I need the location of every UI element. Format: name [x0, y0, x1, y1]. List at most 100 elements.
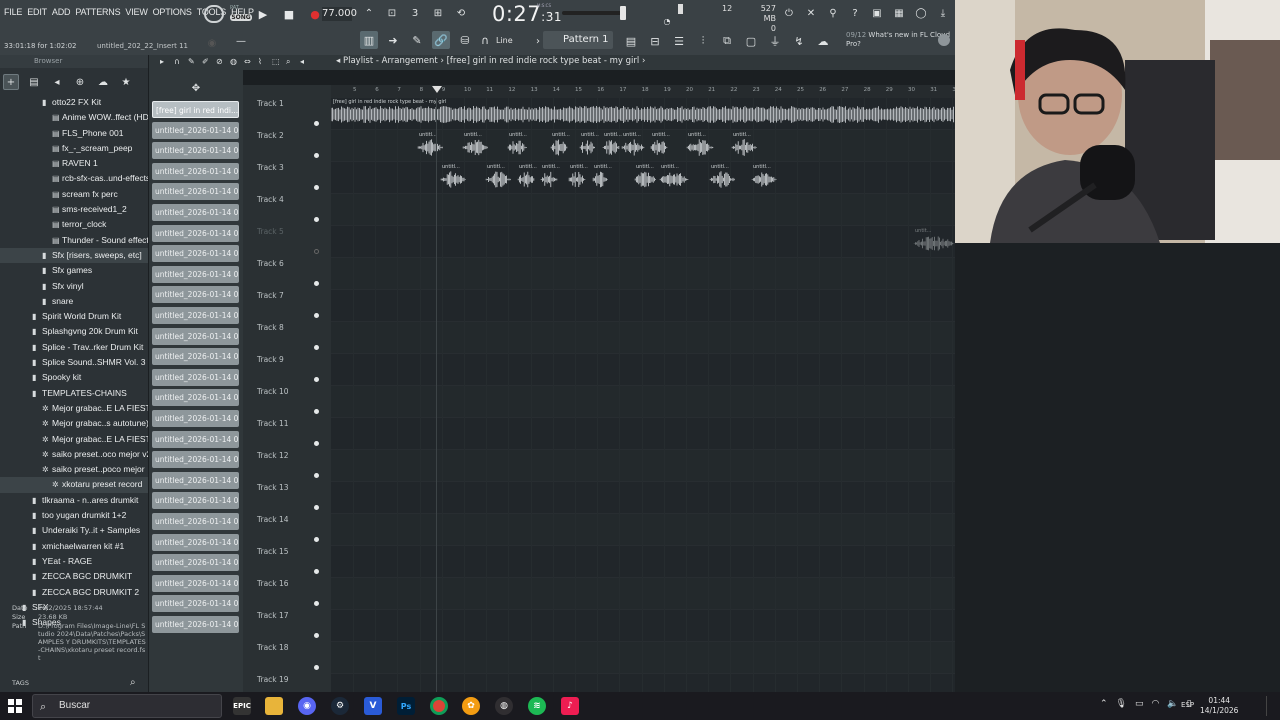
browser-item[interactable]: ✲ saiko preset..poco mejor [0, 462, 148, 477]
browser-item[interactable]: ▤ terror_clock [0, 217, 148, 232]
audio-clip[interactable]: untitl... [621, 132, 645, 158]
record-icon[interactable]: ● [307, 6, 323, 22]
piano-roll-icon[interactable]: ▥ [360, 31, 378, 49]
track-mute-dot[interactable] [314, 377, 319, 382]
knob-icon[interactable]: ◉ [205, 36, 219, 50]
plugin-icon[interactable]: ⚲ [826, 6, 840, 20]
plug-icon[interactable]: ⏚ [766, 32, 784, 50]
master-pitch-icon[interactable]: ◔ [660, 14, 674, 28]
picker-clip[interactable]: untitled_2026-01-14 00-... [152, 121, 239, 139]
picker-clip[interactable]: untitled_2026-01-14 01-... [152, 410, 239, 427]
browser-item[interactable]: ✲ saiko preset..oco mejor v2 [0, 447, 148, 462]
picker-clip[interactable]: untitled_2026-01-14 01-... [152, 595, 239, 613]
track-label[interactable]: Track 14 [257, 515, 289, 524]
browser-item[interactable]: ✲ xkotaru preset record [0, 477, 148, 493]
playlist-breadcrumb[interactable]: [free] girl in red indie rock type beat … [447, 56, 640, 66]
audio-clip[interactable]: untitl... [751, 164, 777, 190]
track-mute-dot[interactable] [314, 665, 319, 670]
language-indicator[interactable]: ESP [1181, 701, 1194, 709]
tempo-tap-icon[interactable]: ↯ [790, 32, 808, 50]
favorites-icon[interactable]: ★ [118, 74, 134, 90]
master-volume-slider[interactable] [562, 6, 626, 20]
track-mute-dot[interactable] [314, 633, 319, 638]
file-explorer-icon[interactable] [265, 697, 283, 715]
loop-record-icon[interactable]: ⟲ [454, 6, 468, 20]
browser-item[interactable]: ▤ RAVEN 1 [0, 156, 148, 171]
track-lane[interactable] [331, 418, 955, 450]
menu-edit[interactable]: EDIT [27, 7, 47, 17]
faded-clip[interactable]: untit... [913, 228, 955, 254]
track-lane[interactable] [331, 322, 955, 354]
download-icon[interactable]: ⤓ [936, 6, 950, 20]
playlist-back-icon[interactable]: ◂ [336, 56, 343, 66]
menu-patterns[interactable]: PATTERNS [75, 7, 120, 17]
metronome-icon[interactable]: ⌃ [362, 6, 376, 20]
picker-clip[interactable]: untitled_2026-01-14 01-... [152, 224, 239, 242]
minus-icon[interactable]: — [234, 34, 248, 48]
track-lane[interactable] [331, 194, 955, 226]
audio-clip[interactable]: untitl... [417, 132, 443, 158]
slip-icon[interactable]: ⇔ [244, 57, 254, 67]
picker-clip[interactable]: untitled_2026-01-14 01-... [152, 389, 239, 407]
track-mute-dot[interactable] [314, 313, 319, 318]
picker-clip[interactable]: untitled_2026-01-14 01-... [152, 265, 239, 283]
cloud-icon[interactable]: ☁ [814, 32, 832, 50]
browser-item[interactable]: ▮ Sfx games [0, 263, 148, 278]
track-lane[interactable] [331, 290, 955, 322]
browser-item[interactable]: ▮ Splice - Trav..rker Drum Kit [0, 340, 148, 355]
patterns-icon[interactable]: ⧉ [718, 32, 736, 50]
stop-icon[interactable]: ■ [281, 6, 297, 22]
playlist-icon[interactable]: ▤ [622, 32, 640, 50]
picker-clip[interactable]: [free] girl in red indi... [152, 101, 239, 118]
track-lane[interactable] [331, 578, 955, 610]
vegas-icon[interactable]: V [364, 697, 382, 715]
browser-item[interactable]: ✲ Mejor grabac..E LA FIESTA [0, 432, 148, 447]
magnet-small-icon[interactable]: ∩ [174, 57, 184, 67]
track-label[interactable]: Track 4 [257, 195, 284, 204]
mixer-window-icon[interactable]: ☰ [670, 32, 688, 50]
all-tab-icon[interactable]: + [3, 74, 19, 90]
browser-item[interactable]: ▮ otto22 FX Kit [0, 95, 148, 110]
windows-start-icon[interactable] [8, 699, 22, 713]
browser-item[interactable]: ▮ Underaiki Ty..it + Samples [0, 523, 148, 538]
track-label[interactable]: Track 18 [257, 643, 289, 652]
browser-item[interactable]: ▮ Sfx vinyl [0, 279, 148, 294]
audio-clip[interactable]: untitl... [731, 132, 757, 158]
picker-clip[interactable]: untitled_2026-01-14 01-... [152, 368, 239, 386]
audio-clip[interactable]: untitl... [686, 132, 714, 158]
picker-clip[interactable]: untitled_2026-01-14 01-... [152, 348, 239, 366]
files-tab-icon[interactable]: ▤ [26, 74, 42, 90]
chat-icon[interactable]: ◯ [914, 6, 928, 20]
picker-clip[interactable]: untitled_2026-01-14 01-... [152, 451, 239, 469]
track-label[interactable]: Track 12 [257, 451, 289, 460]
menu-options[interactable]: OPTIONS [153, 7, 192, 17]
track-mute-dot[interactable] [314, 601, 319, 606]
track-label[interactable]: Track 3 [257, 163, 284, 172]
picker-clip[interactable]: untitled_2026-01-14 01-... [152, 307, 239, 324]
steam-icon[interactable]: ⚙ [331, 697, 349, 715]
track-lane[interactable] [331, 482, 955, 514]
track-label[interactable]: Track 1 [257, 99, 284, 108]
audio-clip[interactable]: untitl... [462, 132, 488, 158]
picker-clip[interactable]: untitled_2026-01-14 01-... [152, 513, 239, 530]
time-display[interactable]: 0:27:31 [492, 2, 562, 26]
browser-item[interactable]: ▮ Sfx [risers, sweeps, etc] [0, 247, 148, 264]
pencil-icon[interactable]: ✎ [408, 31, 426, 49]
draw-icon[interactable]: ✎ [188, 57, 198, 67]
select-icon[interactable]: ⬚ [272, 57, 282, 67]
track-mute-dot[interactable] [314, 249, 319, 254]
track-lane[interactable] [331, 674, 955, 692]
pat-song-switch[interactable]: PAT SONG [230, 5, 252, 23]
picker-clip[interactable]: untitled_2026-01-14 01-... [152, 245, 239, 263]
track-lane[interactable] [331, 642, 955, 674]
play-icon[interactable]: ▶ [255, 6, 271, 22]
audio-clip[interactable]: untitl... [650, 132, 670, 158]
globe-icon[interactable] [938, 34, 950, 46]
picker-clip[interactable]: untitled_2026-01-14 01-... [152, 492, 239, 510]
browser-item[interactable]: ▤ rcb-sfx-cas..und-effects [0, 171, 148, 186]
countdown-icon[interactable]: 3 [408, 6, 422, 20]
browser-item[interactable]: ▮ Splice Sound..SHMR Vol. 3 [0, 355, 148, 370]
track-lane[interactable] [331, 450, 955, 482]
recording-mode-icon[interactable] [204, 5, 224, 23]
browser-item[interactable]: ▮ ZECCA BGC DRUMKIT [0, 569, 148, 584]
